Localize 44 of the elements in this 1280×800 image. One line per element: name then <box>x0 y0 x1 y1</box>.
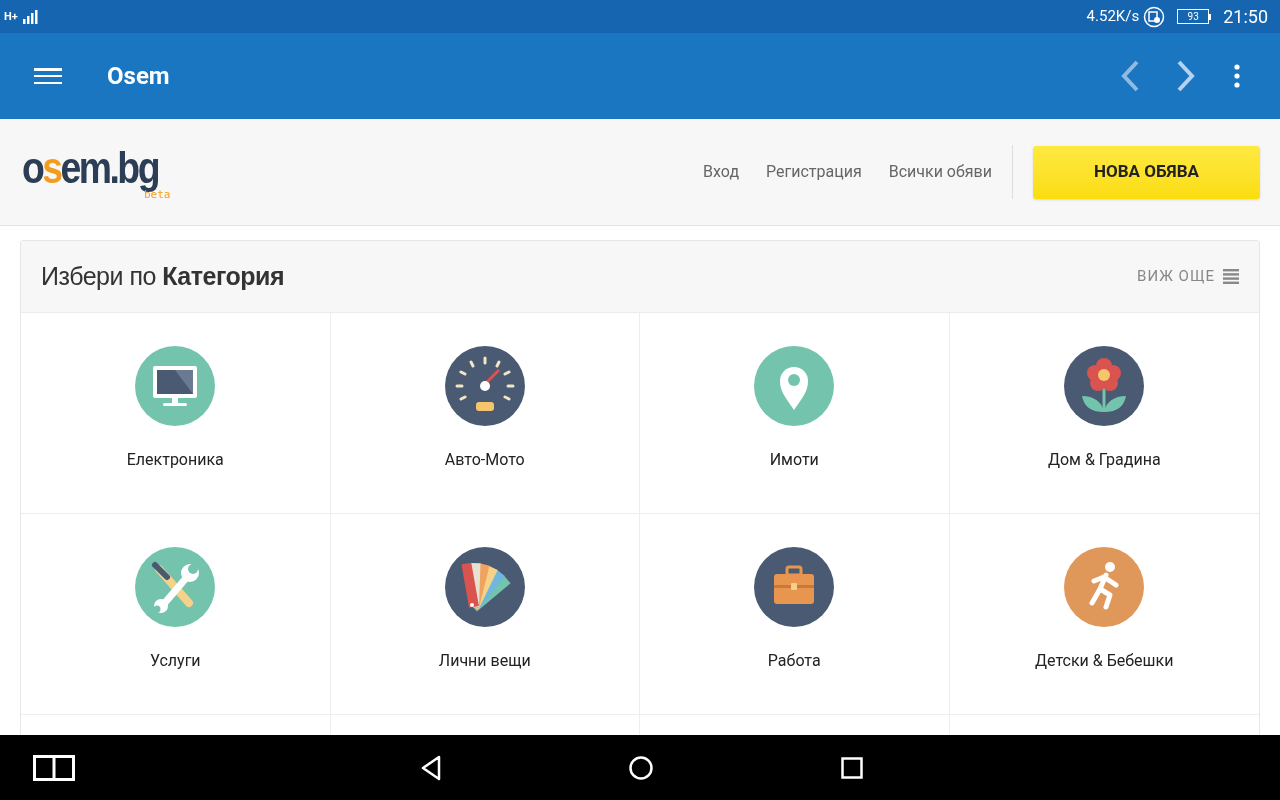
new-listing-button[interactable]: НОВА ОБЯВА <box>1033 145 1260 199</box>
network-speed: 4.52K/s <box>1086 6 1140 28</box>
nav-link[interactable]: Регистрация <box>766 160 862 184</box>
category-label: Лични вещи <box>438 650 531 672</box>
flower-icon <box>1064 346 1145 426</box>
signal-icon <box>21 9 38 24</box>
speedometer-icon <box>444 346 525 426</box>
home-icon[interactable] <box>628 754 654 781</box>
category-tile[interactable]: Електроника <box>21 313 331 514</box>
running-person-icon <box>1064 547 1145 627</box>
category-label: Детски & Бебешки <box>1035 650 1174 672</box>
list-icon <box>1223 269 1239 284</box>
category-tile[interactable]: Авто-Мото <box>330 313 640 514</box>
category-label: Работа <box>767 650 821 672</box>
recent-apps-icon[interactable] <box>841 756 863 779</box>
category-label: Имоти <box>769 449 819 471</box>
tools-icon <box>135 547 216 627</box>
site-logo[interactable]: osem.bg beta <box>22 142 192 202</box>
back-icon[interactable] <box>420 754 442 781</box>
nav-link[interactable]: Всички обяви <box>888 160 992 184</box>
battery-indicator: 93 <box>1177 9 1212 24</box>
category-tile[interactable]: Услуги <box>21 514 331 715</box>
category-tile[interactable]: Имоти <box>640 313 950 514</box>
monitor-icon <box>135 346 216 426</box>
category-label: Дом & Градина <box>1047 449 1161 471</box>
app-title: Osem <box>107 61 170 92</box>
section-title: Избери по Категория <box>41 260 284 292</box>
network-type: H+ <box>4 11 18 22</box>
category-tile[interactable]: Детски & Бебешки <box>949 514 1259 715</box>
category-tile[interactable]: Лични вещи <box>330 514 640 715</box>
sync-icon <box>1143 5 1166 28</box>
location-pin-icon <box>754 346 835 426</box>
color-swatches-icon <box>444 547 525 627</box>
briefcase-icon <box>754 547 835 627</box>
menu-button[interactable] <box>34 65 62 87</box>
category-label: Услуги <box>149 650 201 672</box>
nav-link[interactable]: Вход <box>703 160 740 184</box>
category-tile[interactable]: Дом & Градина <box>949 313 1259 514</box>
clock: 21:50 <box>1223 5 1268 29</box>
category-label: Електроника <box>126 449 224 471</box>
category-tile[interactable]: Работа <box>640 514 950 715</box>
category-label: Авто-Мото <box>444 449 525 471</box>
more-options-icon[interactable] <box>1234 64 1240 88</box>
split-screen-icon[interactable] <box>33 754 75 781</box>
